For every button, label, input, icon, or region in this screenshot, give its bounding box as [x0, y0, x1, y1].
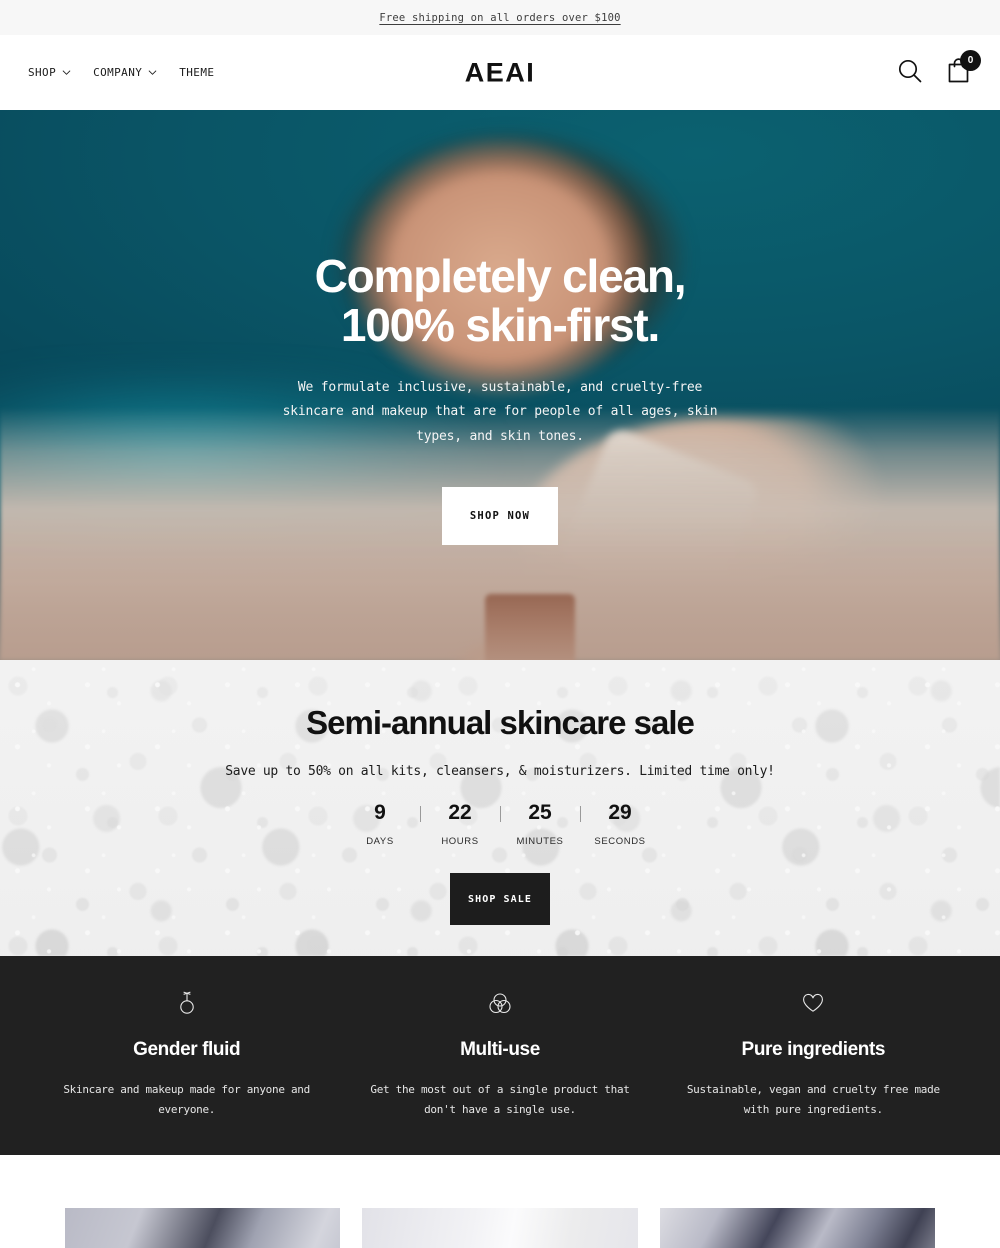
cart-count-badge: 0	[960, 50, 981, 71]
countdown-unit-hours: 22 HOURS	[421, 801, 500, 847]
sale-title: Semi-annual skincare sale	[306, 704, 695, 741]
nav-item-company-label: COMPANY	[93, 66, 143, 79]
countdown-seconds-value: 29	[608, 801, 632, 824]
site-header: SHOP COMPANY THEME AEAI 0	[0, 35, 1000, 110]
site-logo[interactable]: AEAI	[465, 57, 536, 88]
hero-subtitle: We formulate inclusive, sustainable, and…	[282, 380, 718, 444]
search-icon[interactable]	[896, 57, 923, 89]
countdown-days-value: 9	[374, 801, 386, 824]
feature-title: Gender fluid	[133, 1039, 241, 1060]
hero-title: Completely clean, 100% skin-first.	[314, 250, 687, 352]
chevron-down-icon	[148, 68, 157, 77]
hero-title-line-2: 100% skin-first.	[340, 299, 660, 352]
main-navigation: SHOP COMPANY THEME	[28, 66, 214, 79]
announcement-bar: Free shipping on all orders over $100	[0, 0, 1000, 35]
nav-item-shop-label: SHOP	[28, 66, 57, 79]
countdown-minutes-value: 25	[528, 801, 552, 824]
cart-button[interactable]: 0	[945, 50, 981, 89]
product-card-2[interactable]	[362, 1208, 638, 1248]
gender-fluid-icon	[176, 989, 198, 1017]
header-actions: 0	[896, 50, 981, 89]
storefront-page: Free shipping on all orders over $100 SH…	[0, 0, 1000, 1248]
countdown-days-label: DAYS	[366, 836, 394, 848]
sale-section: Semi-annual skincare sale Save up to 50%…	[0, 660, 1000, 956]
feature-text: Get the most out of a single product tha…	[370, 1083, 630, 1117]
countdown-hours-label: HOURS	[441, 836, 479, 848]
feature-pure-ingredients: Pure ingredients Sustainable, vegan and …	[657, 989, 970, 1121]
nav-item-shop[interactable]: SHOP	[28, 66, 71, 79]
feature-title: Pure ingredients	[741, 1039, 886, 1060]
feature-gender-fluid: Gender fluid Skincare and makeup made fo…	[30, 989, 343, 1121]
feature-title: Multi-use	[460, 1039, 540, 1060]
product-card-3[interactable]	[659, 1208, 935, 1248]
hero-section: Completely clean, 100% skin-first. We fo…	[0, 110, 1000, 660]
shop-sale-button[interactable]: SHOP SALE	[450, 873, 550, 926]
hero-title-line-1: Completely clean,	[314, 250, 687, 302]
countdown-unit-days: 9 DAYS	[341, 801, 420, 847]
product-card-1[interactable]	[65, 1208, 341, 1248]
heart-icon	[801, 989, 825, 1017]
features-section: Gender fluid Skincare and makeup made fo…	[0, 956, 1000, 1155]
nav-item-theme[interactable]: THEME	[179, 66, 214, 79]
feature-multi-use: Multi-use Get the most out of a single p…	[343, 989, 656, 1121]
countdown-minutes-label: MINUTES	[516, 836, 564, 848]
countdown-seconds-label: SECONDS	[594, 836, 646, 848]
product-grid	[0, 1155, 1000, 1248]
sale-subtitle: Save up to 50% on all kits, cleansers, &…	[225, 764, 775, 779]
feature-text: Skincare and makeup made for anyone and …	[63, 1083, 310, 1117]
shop-now-button[interactable]: SHOP NOW	[442, 486, 558, 545]
countdown-unit-minutes: 25 MINUTES	[501, 801, 580, 847]
chevron-down-icon	[62, 68, 71, 77]
venn-circles-icon	[488, 989, 512, 1017]
nav-item-theme-label: THEME	[179, 66, 215, 79]
countdown-timer: 9 DAYS 22 HOURS 25 MINUTES 29 SECONDS	[341, 801, 660, 847]
countdown-hours-value: 22	[448, 801, 472, 824]
feature-text: Sustainable, vegan and cruelty free made…	[686, 1083, 940, 1117]
announcement-text[interactable]: Free shipping on all orders over $100	[379, 12, 620, 24]
countdown-unit-seconds: 29 SECONDS	[581, 801, 660, 847]
nav-item-company[interactable]: COMPANY	[93, 66, 157, 79]
